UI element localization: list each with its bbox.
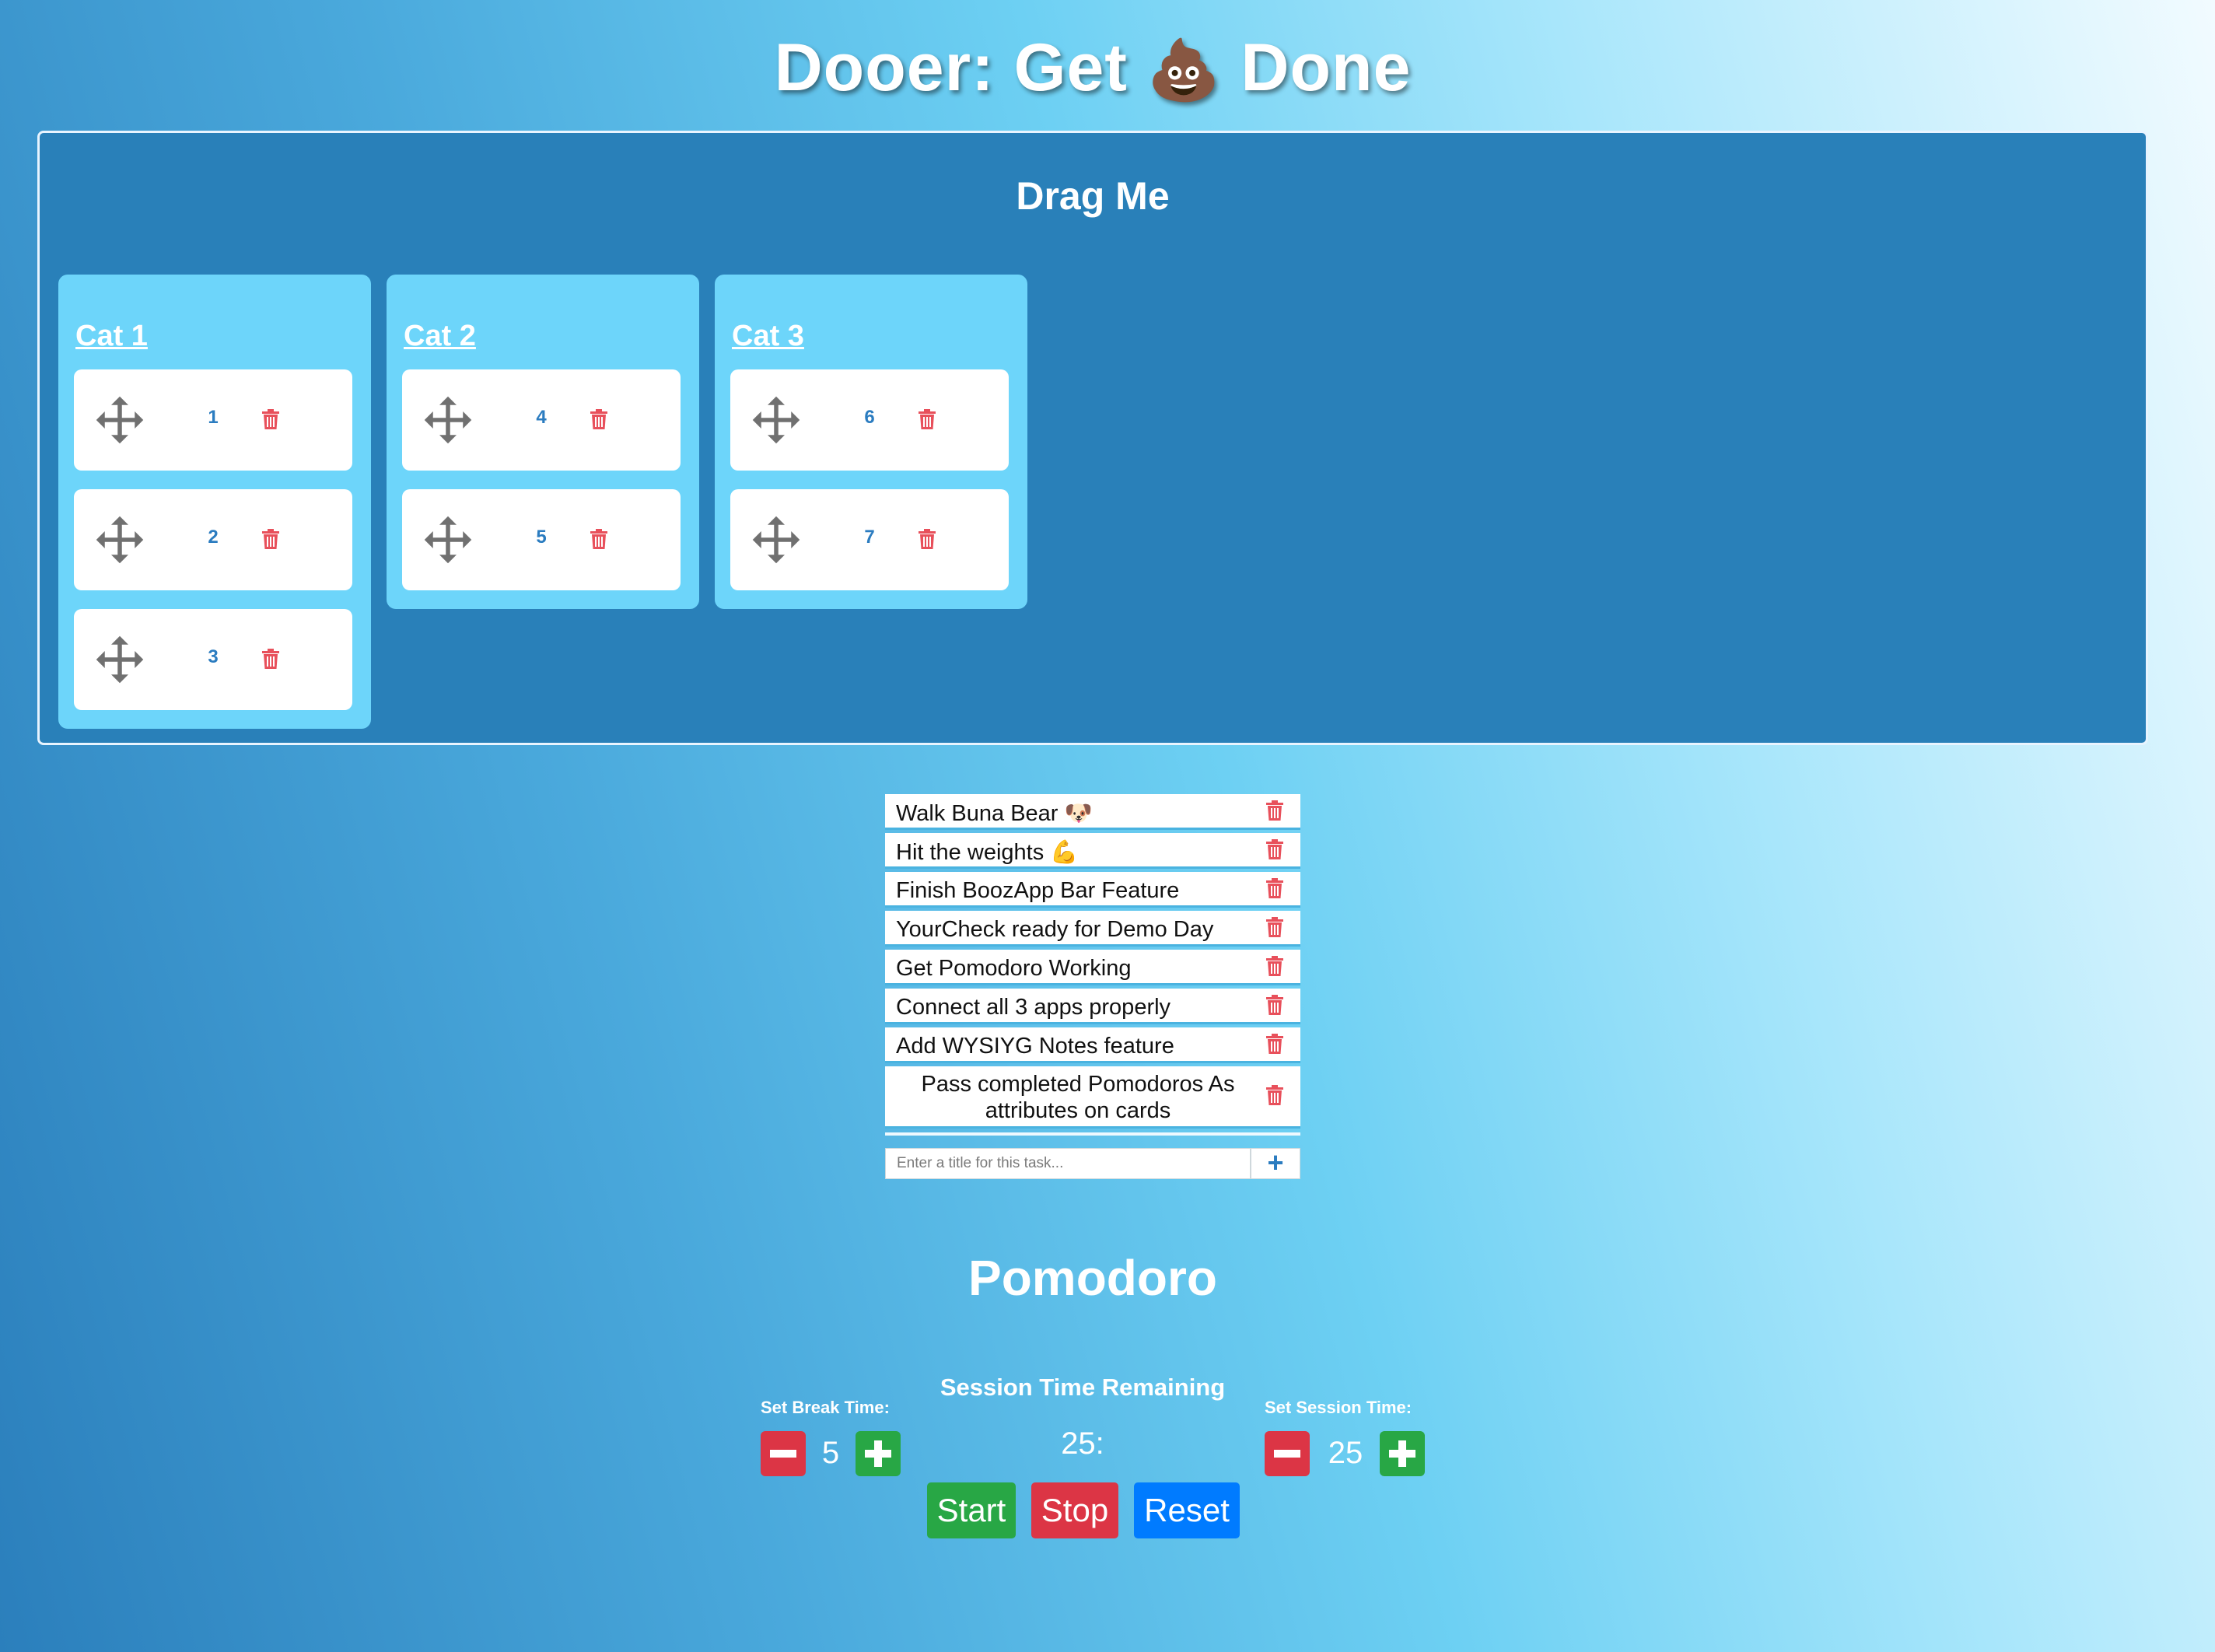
card-label: 5	[536, 527, 547, 548]
stop-button[interactable]: Stop	[1031, 1482, 1118, 1538]
task-card[interactable]: 2	[74, 489, 352, 590]
task-item[interactable]: Get Pomodoro Working	[885, 950, 1300, 985]
trash-icon[interactable]	[1266, 800, 1283, 821]
trash-icon[interactable]	[590, 409, 607, 429]
task-item[interactable]: Walk Buna Bear 🐶	[885, 794, 1300, 830]
task-item[interactable]: Hit the weights 💪	[885, 833, 1300, 869]
task-card[interactable]: 6	[730, 369, 1009, 471]
pomodoro-title: Pomodoro	[968, 1250, 1217, 1306]
task-title: Connect all 3 apps properly	[896, 995, 1171, 1020]
session-time-label: Set Session Time:	[1265, 1398, 1412, 1417]
task-item[interactable]: Finish BoozApp Bar Feature	[885, 872, 1300, 908]
move-arrows-icon[interactable]	[751, 514, 802, 565]
reset-button[interactable]: Reset	[1134, 1482, 1240, 1538]
trash-icon[interactable]	[590, 529, 607, 549]
move-arrows-icon[interactable]	[751, 394, 802, 446]
category-title[interactable]: Cat 3	[732, 320, 804, 353]
category-column[interactable]: Cat 3 6 7	[715, 275, 1027, 609]
category-column[interactable]: Cat 1 1 2 3	[58, 275, 371, 729]
break-decrement-button[interactable]	[761, 1431, 806, 1476]
trash-icon[interactable]	[919, 409, 936, 429]
move-arrows-icon[interactable]	[94, 634, 145, 685]
trash-icon[interactable]	[919, 529, 936, 549]
poop-emoji-icon: 💩	[1146, 35, 1222, 104]
card-label: 7	[864, 527, 875, 548]
task-card[interactable]: 4	[402, 369, 681, 471]
drag-board: Drag Me Cat 1 1 2 3 Cat 2 4 5 Cat 3 6 7	[37, 131, 2148, 745]
category-title[interactable]: Cat 2	[404, 320, 476, 353]
start-button[interactable]: Start	[927, 1482, 1016, 1538]
card-label: 4	[536, 407, 547, 428]
add-task-button[interactable]: +	[1251, 1148, 1300, 1179]
app-title-left: Dooer: Get	[774, 30, 1128, 105]
app-title-right: Done	[1240, 30, 1412, 105]
app-title: Dooer: Get 💩 Done	[0, 30, 2185, 107]
trash-icon[interactable]	[262, 409, 279, 429]
trash-icon[interactable]	[1266, 878, 1283, 898]
trash-icon[interactable]	[1266, 956, 1283, 976]
task-card[interactable]: 5	[402, 489, 681, 590]
session-decrement-button[interactable]	[1265, 1431, 1310, 1476]
card-label: 3	[208, 646, 219, 667]
task-title: Pass completed Pomodoros As attributes o…	[921, 1072, 1235, 1123]
minus-icon	[770, 1450, 796, 1458]
task-item[interactable]: Add WYSIYG Notes feature	[885, 1027, 1300, 1063]
new-task-input[interactable]	[885, 1148, 1251, 1179]
trash-icon[interactable]	[1266, 1034, 1283, 1054]
session-remaining-label: Session Time Remaining	[940, 1374, 1226, 1401]
move-arrows-icon[interactable]	[94, 514, 145, 565]
category-column[interactable]: Cat 2 4 5	[387, 275, 699, 609]
task-title: Hit the weights 💪	[896, 840, 1079, 865]
trash-icon[interactable]	[262, 529, 279, 549]
break-time-label: Set Break Time:	[761, 1398, 890, 1417]
card-label: 2	[208, 527, 219, 548]
trash-icon[interactable]	[262, 649, 279, 669]
board-title: Drag Me	[1016, 174, 1170, 218]
task-card[interactable]: 3	[74, 609, 352, 710]
task-title: YourCheck ready for Demo Day	[896, 917, 1214, 942]
trash-icon[interactable]	[1266, 995, 1283, 1015]
card-label: 6	[864, 407, 875, 428]
category-title[interactable]: Cat 1	[75, 320, 148, 353]
minus-icon	[1274, 1450, 1300, 1458]
task-title: Walk Buna Bear 🐶	[896, 801, 1093, 826]
task-title: Finish BoozApp Bar Feature	[896, 878, 1180, 903]
task-item[interactable]: Connect all 3 apps properly	[885, 989, 1300, 1024]
move-arrows-icon[interactable]	[94, 394, 145, 446]
task-list-divider	[885, 1132, 1300, 1136]
move-arrows-icon[interactable]	[422, 514, 474, 565]
task-card[interactable]: 7	[730, 489, 1009, 590]
session-time-value: 25	[1328, 1436, 1363, 1470]
task-title: Add WYSIYG Notes feature	[896, 1034, 1174, 1059]
task-item[interactable]: Pass completed Pomodoros As attributes o…	[885, 1066, 1300, 1129]
time-remaining-display: 25:	[1061, 1426, 1104, 1461]
session-increment-button[interactable]	[1380, 1431, 1425, 1476]
trash-icon[interactable]	[1266, 917, 1283, 937]
task-title: Get Pomodoro Working	[896, 956, 1132, 981]
task-card[interactable]: 1	[74, 369, 352, 471]
move-arrows-icon[interactable]	[422, 394, 474, 446]
trash-icon[interactable]	[1266, 1085, 1283, 1105]
card-label: 1	[208, 407, 219, 428]
break-increment-button[interactable]	[856, 1431, 901, 1476]
break-time-value: 5	[821, 1436, 840, 1470]
task-item[interactable]: YourCheck ready for Demo Day	[885, 911, 1300, 947]
trash-icon[interactable]	[1266, 839, 1283, 859]
